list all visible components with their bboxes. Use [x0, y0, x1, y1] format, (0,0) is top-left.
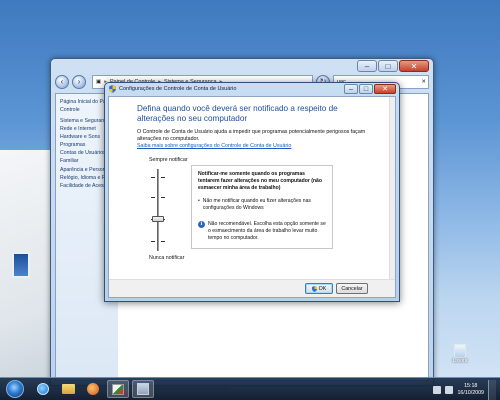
notification-slider-thumb[interactable] [152, 216, 164, 222]
network-icon[interactable] [433, 386, 442, 394]
learn-more-link[interactable]: Saiba mais sobre configurações do Contro… [137, 143, 291, 149]
minimize-button[interactable]: – [357, 60, 377, 72]
close-button[interactable]: ✕ [399, 60, 429, 72]
dialog-titlebar: Configurações de Controle de Conta de Us… [109, 85, 236, 93]
maximize-button[interactable]: □ [378, 60, 398, 72]
dialog-footer: OK Cancelar [109, 279, 395, 297]
taskbar-uac-settings[interactable] [132, 380, 154, 398]
volume-icon[interactable] [445, 386, 454, 394]
recycle-bin-shortcut[interactable]: Lixeira [447, 344, 473, 364]
slider-top-label: Sempre notificar [149, 157, 188, 163]
slider-tick [161, 241, 165, 242]
taskbar-explorer[interactable] [57, 380, 79, 398]
ok-button[interactable]: OK [305, 283, 333, 294]
slider-tick [161, 197, 165, 198]
dialog-close-button[interactable]: ✕ [374, 84, 396, 94]
app-window-icon [137, 383, 149, 395]
setting-bullet: • Não me notificar quando eu fizer alter… [198, 198, 326, 212]
setting-note-text: Não recomendável. Escolha esta opção som… [208, 221, 326, 242]
internet-explorer-icon [37, 383, 49, 395]
back-button[interactable]: ‹ [55, 75, 69, 89]
dialog-heading: Defina quando você deverá ser notificado… [137, 104, 338, 124]
taskbar-control-panel[interactable] [107, 380, 129, 398]
setting-note: i Não recomendável. Escolha esta opção s… [198, 221, 326, 242]
window-controls: – □ ✕ [357, 60, 429, 72]
bullet-icon: • [198, 197, 200, 204]
slider-description-box: Notificar-me somente quando os programas… [191, 165, 333, 249]
cancel-button[interactable]: Cancelar [336, 283, 368, 294]
taskbar-internet-explorer[interactable] [32, 380, 54, 398]
dialog-window-controls: – □ ✕ [344, 84, 396, 94]
taskbar: 15:18 16/10/2009 [0, 377, 500, 400]
clear-search-icon[interactable]: ✕ [421, 79, 426, 85]
media-player-icon [87, 383, 99, 395]
control-panel-icon [112, 383, 124, 395]
info-icon: i [198, 221, 205, 229]
slider-tick [161, 177, 165, 178]
setting-title: Notificar-me somente quando os programas… [198, 171, 322, 191]
dialog-description: O Controle de Conta de Usuário ajuda a i… [137, 129, 366, 143]
ok-button-label: OK [318, 285, 327, 292]
notification-slider-track[interactable] [157, 169, 159, 251]
setting-bullet-text: Não me notificar quando eu fizer alteraç… [202, 197, 311, 211]
dialog-title: Configurações de Controle de Conta de Us… [119, 86, 237, 92]
slider-bottom-label: Nunca notificar [149, 255, 185, 261]
taskbar-clock[interactable]: 15:18 16/10/2009 [457, 383, 484, 397]
clock-time: 15:18 [464, 383, 478, 390]
taskbar-media-player[interactable] [82, 380, 104, 398]
cancel-button-label: Cancelar [341, 285, 363, 292]
slider-tick [151, 197, 155, 198]
forward-button[interactable]: › [72, 75, 86, 89]
folder-icon [61, 384, 75, 394]
start-button[interactable] [6, 380, 24, 398]
show-desktop-button[interactable] [488, 380, 496, 400]
system-tray: 15:18 16/10/2009 [433, 380, 496, 400]
dialog-scrollbar[interactable] [389, 97, 395, 279]
slider-tick [151, 177, 155, 178]
uac-settings-dialog: Configurações de Controle de Conta de Us… [104, 82, 400, 302]
slider-tick [151, 241, 155, 242]
shield-icon [311, 285, 317, 292]
recycle-bin-icon [454, 344, 466, 358]
dialog-maximize-button[interactable]: □ [359, 84, 373, 94]
dialog-content: Defina quando você deverá ser notificado… [108, 96, 396, 298]
shield-icon [109, 85, 116, 93]
desktop-wallpaper-window [12, 252, 30, 278]
recycle-bin-label: Lixeira [452, 358, 468, 364]
clock-date: 16/10/2009 [457, 390, 484, 396]
dialog-minimize-button[interactable]: – [344, 84, 358, 94]
control-panel-icon: ▣ [96, 79, 102, 85]
